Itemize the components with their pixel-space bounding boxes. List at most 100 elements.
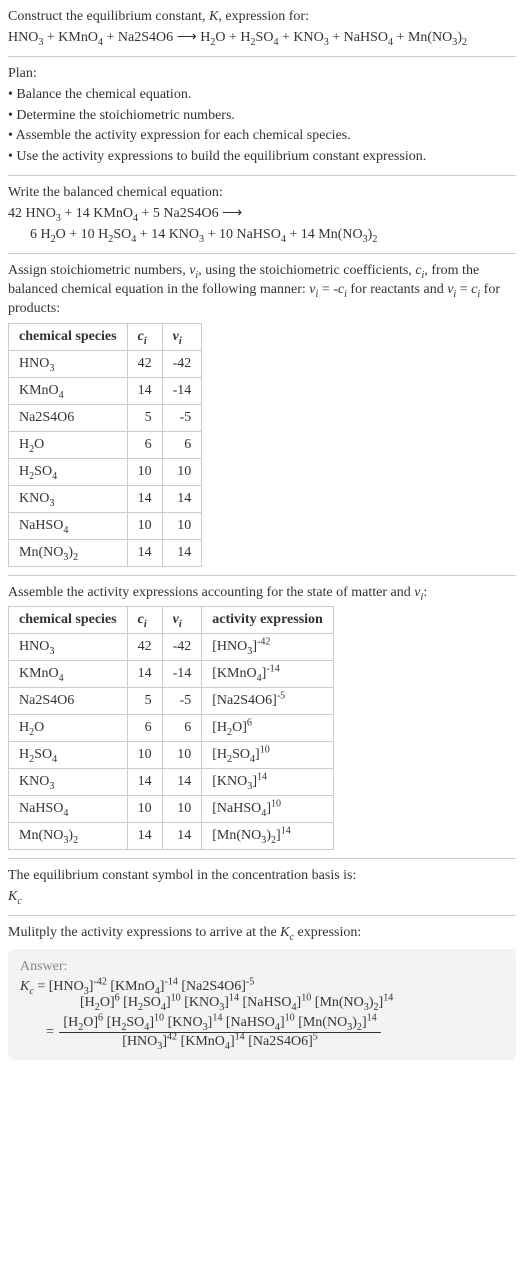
cell-vi: -14 — [162, 377, 202, 404]
cell-species: Mn(NO3)2 — [9, 539, 128, 566]
assemble-block: Assemble the activity expressions accoun… — [8, 584, 516, 851]
table-row: HNO342-42[HNO3]-42 — [9, 634, 334, 661]
col-species: chemical species — [9, 607, 128, 634]
cell-activity: [Mn(NO3)2]14 — [202, 823, 334, 850]
assign-text: Assign stoichiometric numbers, νi, using… — [8, 262, 516, 319]
cell-activity: [NaHSO4]10 — [202, 796, 334, 823]
cell-species: Mn(NO3)2 — [9, 823, 128, 850]
col-ci: ci — [127, 323, 162, 350]
cell-vi: 14 — [162, 485, 202, 512]
cell-vi: -5 — [162, 688, 202, 715]
table-row: Na2S4O65-5[Na2S4O6]-5 — [9, 688, 334, 715]
cell-vi: -14 — [162, 661, 202, 688]
col-activity: activity expression — [202, 607, 334, 634]
cell-ci: 5 — [127, 404, 162, 431]
cell-species: H2O — [9, 431, 128, 458]
cell-activity: [H2SO4]10 — [202, 742, 334, 769]
cell-ci: 10 — [127, 796, 162, 823]
fraction-numerator: [H2O]6 [H2SO4]10 [KNO3]14 [NaHSO4]10 [Mn… — [59, 1015, 380, 1033]
answer-expression: Kc = [HNO3]-42 [KMnO4]-14 [Na2S4O6]-5 [H… — [20, 979, 504, 1050]
table-row: Mn(NO3)21414[Mn(NO3)2]14 — [9, 823, 334, 850]
divider — [8, 175, 516, 176]
answer-label: Answer: — [20, 959, 504, 975]
cell-species: NaHSO4 — [9, 796, 128, 823]
table-row: NaHSO41010[NaHSO4]10 — [9, 796, 334, 823]
cell-ci: 5 — [127, 688, 162, 715]
fraction-denominator: [HNO3]42 [KMnO4]14 [Na2S4O6]5 — [59, 1033, 380, 1050]
balanced-heading: Write the balanced chemical equation: — [8, 184, 516, 203]
cell-ci: 14 — [127, 823, 162, 850]
cell-activity: [HNO3]-42 — [202, 634, 334, 661]
cell-activity: [KNO3]14 — [202, 769, 334, 796]
cell-vi: -42 — [162, 350, 202, 377]
table-header-row: chemical species ci νi activity expressi… — [9, 607, 334, 634]
cell-vi: -5 — [162, 404, 202, 431]
multiply-text: Mulitply the activity expressions to arr… — [8, 924, 516, 943]
stoich-table: chemical species ci νi HNO342-42 KMnO414… — [8, 323, 202, 567]
cell-vi: 10 — [162, 796, 202, 823]
symbol-value: Kc — [8, 888, 516, 907]
plan-item: • Balance the chemical equation. — [8, 86, 516, 105]
plan-heading: Plan: — [8, 65, 516, 84]
table-header-row: chemical species ci νi — [9, 323, 202, 350]
cell-species: KNO3 — [9, 485, 128, 512]
symbol-text: The equilibrium constant symbol in the c… — [8, 867, 516, 886]
cell-species: KMnO4 — [9, 661, 128, 688]
cell-species: Na2S4O6 — [9, 404, 128, 431]
table-row: KNO31414 — [9, 485, 202, 512]
cell-ci: 6 — [127, 431, 162, 458]
cell-species: H2SO4 — [9, 742, 128, 769]
divider — [8, 56, 516, 57]
cell-activity: [Na2S4O6]-5 — [202, 688, 334, 715]
divider — [8, 253, 516, 254]
intro-reaction: HNO3 + KMnO4 + Na2S4O6 ⟶ H2O + H2SO4 + K… — [8, 29, 516, 48]
activity-table: chemical species ci νi activity expressi… — [8, 606, 334, 850]
cell-ci: 14 — [127, 769, 162, 796]
col-ci: ci — [127, 607, 162, 634]
cell-ci: 6 — [127, 715, 162, 742]
divider — [8, 915, 516, 916]
cell-vi: 6 — [162, 431, 202, 458]
assemble-text: Assemble the activity expressions accoun… — [8, 584, 516, 603]
balanced-line1: 42 HNO3 + 14 KMnO4 + 5 Na2S4O6 ⟶ — [8, 205, 516, 224]
cell-species: HNO3 — [9, 350, 128, 377]
cell-ci: 10 — [127, 742, 162, 769]
cell-vi: 10 — [162, 458, 202, 485]
cell-species: H2O — [9, 715, 128, 742]
cell-vi: 14 — [162, 539, 202, 566]
table-row: KMnO414-14 — [9, 377, 202, 404]
intro-line1: Construct the equilibrium constant, K, e… — [8, 8, 516, 27]
divider — [8, 575, 516, 576]
cell-species: KNO3 — [9, 769, 128, 796]
table-row: NaHSO41010 — [9, 512, 202, 539]
cell-vi: 10 — [162, 742, 202, 769]
answer-fraction: [H2O]6 [H2SO4]10 [KNO3]14 [NaHSO4]10 [Mn… — [59, 1015, 380, 1050]
assign-block: Assign stoichiometric numbers, νi, using… — [8, 262, 516, 567]
cell-ci: 14 — [127, 539, 162, 566]
plan-item: • Determine the stoichiometric numbers. — [8, 107, 516, 126]
cell-vi: 10 — [162, 512, 202, 539]
cell-species: H2SO4 — [9, 458, 128, 485]
multiply-block: Mulitply the activity expressions to arr… — [8, 924, 516, 943]
col-species: chemical species — [9, 323, 128, 350]
table-row: H2SO41010[H2SO4]10 — [9, 742, 334, 769]
cell-vi: -42 — [162, 634, 202, 661]
cell-vi: 6 — [162, 715, 202, 742]
cell-vi: 14 — [162, 823, 202, 850]
table-row: H2O66 — [9, 431, 202, 458]
cell-ci: 42 — [127, 350, 162, 377]
table-row: HNO342-42 — [9, 350, 202, 377]
cell-ci: 10 — [127, 512, 162, 539]
cell-activity: [KMnO4]-14 — [202, 661, 334, 688]
cell-ci: 14 — [127, 485, 162, 512]
table-row: Na2S4O65-5 — [9, 404, 202, 431]
cell-activity: [H2O]6 — [202, 715, 334, 742]
cell-ci: 42 — [127, 634, 162, 661]
plan-item: • Use the activity expressions to build … — [8, 148, 516, 167]
col-vi: νi — [162, 323, 202, 350]
cell-species: Na2S4O6 — [9, 688, 128, 715]
table-row: H2SO41010 — [9, 458, 202, 485]
table-row: KMnO414-14[KMnO4]-14 — [9, 661, 334, 688]
cell-vi: 14 — [162, 769, 202, 796]
plan-item: • Assemble the activity expression for e… — [8, 127, 516, 146]
